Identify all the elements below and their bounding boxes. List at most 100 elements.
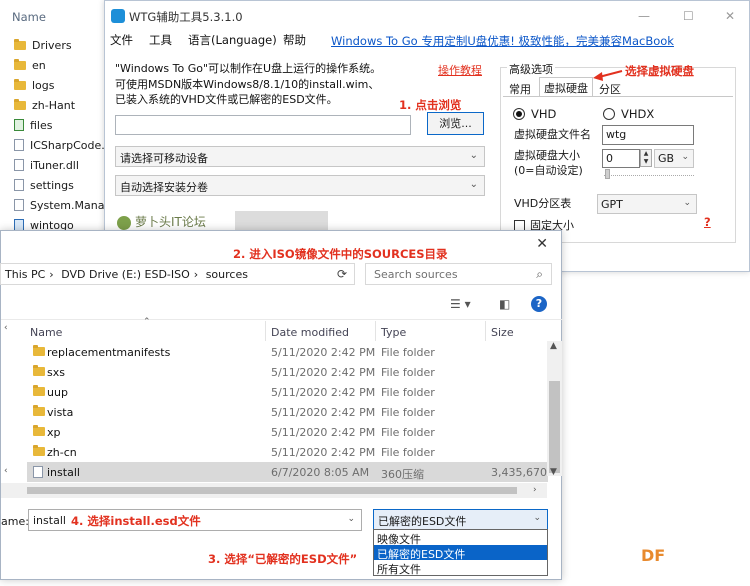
scroll-right-icon[interactable]: › xyxy=(533,485,537,495)
table-row[interactable]: vista 5/11/2020 2:42 PM File folder xyxy=(27,402,548,422)
column-divider[interactable] xyxy=(485,321,486,341)
filename-label: ame: xyxy=(1,515,29,528)
row-type: File folder xyxy=(381,386,435,399)
preview-pane-icon[interactable]: ◧ xyxy=(499,297,510,311)
tab-virtual-disk[interactable]: 虚拟硬盘 xyxy=(539,77,593,97)
partition-table-value: GPT xyxy=(601,198,623,211)
filetype-option-highlighted[interactable]: 已解密的ESD文件 xyxy=(374,545,547,561)
explorer-item[interactable]: files xyxy=(14,115,52,135)
file-icon xyxy=(14,179,24,191)
image-path-input[interactable] xyxy=(115,115,411,135)
column-header-type[interactable]: Type xyxy=(381,326,406,339)
menu-file[interactable]: 文件 xyxy=(110,32,133,48)
vhd-size-stepper[interactable]: ▲ ▼ xyxy=(640,149,652,167)
tab-divider xyxy=(503,96,733,97)
breadcrumb[interactable]: This PC › DVD Drive (E:) ESD-ISO › sources xyxy=(0,263,355,285)
title-bar[interactable]: WTG辅助工具5.3.1.0 — ☐ ✕ xyxy=(105,1,749,31)
filetype-select[interactable]: 已解密的ESD文件 ⌄ xyxy=(373,509,548,530)
volume-select[interactable]: 自动选择安装分卷 ⌄ xyxy=(115,175,485,196)
search-input[interactable]: Search sources ⌕ xyxy=(365,263,552,285)
chevron-down-icon: ⌄ xyxy=(469,150,478,161)
annotation-filename: 4. 选择install.esd文件 xyxy=(71,514,201,528)
vhd-name-label: 虚拟硬盘文件名 xyxy=(514,128,591,141)
folder-icon xyxy=(33,405,45,416)
filetype-value: 已解密的ESD文件 xyxy=(378,515,467,528)
start-button[interactable] xyxy=(235,211,328,231)
description-line: 可使用MSDN版本Windows8/8.1/10的install.wim、 xyxy=(115,77,380,91)
forum-logo: 萝卜头IT论坛 xyxy=(117,213,206,230)
explorer-item[interactable]: Drivers xyxy=(14,35,72,55)
row-type: File folder xyxy=(381,366,435,379)
row-date: 5/11/2020 2:42 PM xyxy=(271,426,376,439)
explorer-item[interactable]: zh-Hant xyxy=(14,95,75,115)
menu-help[interactable]: 帮助 xyxy=(283,32,306,48)
breadcrumb-item[interactable]: This PC xyxy=(5,268,45,281)
vhd-size-slider-handle[interactable] xyxy=(605,169,610,179)
explorer-item[interactable]: settings xyxy=(14,175,74,195)
table-row[interactable]: xp 5/11/2020 2:42 PM File folder xyxy=(27,422,548,442)
forum-logo-text: 萝卜头IT论坛 xyxy=(135,215,206,229)
vertical-scrollbar-thumb[interactable] xyxy=(549,381,560,473)
explorer-item-label: ICSharpCode.S xyxy=(30,138,112,152)
scroll-left-icon[interactable]: ‹ xyxy=(4,323,8,333)
tab-partition[interactable]: 分区 xyxy=(595,79,625,97)
column-header-date[interactable]: Date modified xyxy=(271,326,349,339)
file-icon xyxy=(14,119,24,131)
menu-tools[interactable]: 工具 xyxy=(149,32,172,48)
scroll-down-icon[interactable]: ▼ xyxy=(550,467,557,477)
explorer-item[interactable]: iTuner.dll xyxy=(14,155,79,175)
close-icon[interactable]: ✕ xyxy=(725,9,735,23)
column-divider[interactable] xyxy=(375,321,376,341)
view-options-icon[interactable]: ☰ ▾ xyxy=(450,297,471,311)
help-link[interactable]: ? xyxy=(704,215,711,229)
row-name: vista xyxy=(47,406,74,419)
vhd-name-input[interactable]: wtg xyxy=(602,125,694,145)
table-row[interactable]: replacementmanifests 5/11/2020 2:42 PM Fil… xyxy=(27,342,548,362)
help-icon[interactable]: ? xyxy=(531,296,547,312)
column-header-size[interactable]: Size xyxy=(491,326,514,339)
explorer-item[interactable]: en xyxy=(14,55,46,75)
filetype-option[interactable]: 所有文件 xyxy=(374,560,547,576)
scroll-left-icon[interactable]: ‹ xyxy=(4,466,8,476)
tutorial-link[interactable]: 操作教程 xyxy=(438,62,482,78)
column-divider[interactable] xyxy=(265,321,266,341)
tab-common[interactable]: 常用 xyxy=(505,79,535,97)
partition-table-select[interactable]: GPT ⌄ xyxy=(597,194,697,214)
maximize-icon[interactable]: ☐ xyxy=(683,9,694,23)
menu-language[interactable]: 语言(Language) xyxy=(188,32,277,48)
table-row[interactable]: zh-cn 5/11/2020 2:42 PM File folder xyxy=(27,442,548,462)
scroll-up-icon[interactable]: ▲ xyxy=(550,341,557,351)
open-file-dialog: ✕ 2. 进入ISO镜像文件中的SOURCES目录 This PC › DVD D… xyxy=(0,230,563,580)
breadcrumb-item[interactable]: DVD Drive (E:) ESD-ISO xyxy=(61,268,190,281)
horizontal-scrollbar-thumb[interactable] xyxy=(27,487,517,494)
chevron-down-icon: ⌄ xyxy=(683,198,691,208)
refresh-icon[interactable]: ⟳ xyxy=(337,267,347,281)
column-header-name[interactable]: Name xyxy=(30,326,62,339)
minimize-icon[interactable]: — xyxy=(638,9,650,23)
row-date: 5/11/2020 2:42 PM xyxy=(271,386,376,399)
explorer-item[interactable]: ICSharpCode.S xyxy=(14,135,112,155)
radio-vhd[interactable]: VHD xyxy=(513,107,556,121)
file-icon xyxy=(14,199,24,211)
promo-link[interactable]: Windows To Go 专用定制U盘优惠! 极致性能，完美兼容MacBook xyxy=(331,33,674,49)
explorer-item-label: iTuner.dll xyxy=(30,158,79,172)
vhd-size-unit-select[interactable]: GB ⌄ xyxy=(654,149,694,168)
annotation-virtual-disk: 选择虚拟硬盘 xyxy=(625,64,694,78)
explorer-item[interactable]: logs xyxy=(14,75,55,95)
explorer-item[interactable]: System.Manag xyxy=(14,195,111,215)
table-row[interactable]: sxs 5/11/2020 2:42 PM File folder xyxy=(27,362,548,382)
device-select[interactable]: 请选择可移动设备 ⌄ xyxy=(115,146,485,167)
chevron-down-icon[interactable]: ⌄ xyxy=(347,514,355,524)
explorer-item-label: en xyxy=(32,58,46,72)
window-title: WTG辅助工具5.3.1.0 xyxy=(129,10,243,24)
column-header-name[interactable]: Name xyxy=(12,10,46,24)
table-row[interactable]: uup 5/11/2020 2:42 PM File folder xyxy=(27,382,548,402)
close-icon[interactable]: ✕ xyxy=(536,236,548,252)
explorer-item-label: zh-Hant xyxy=(32,98,76,112)
breadcrumb-item[interactable]: sources xyxy=(206,268,248,281)
radio-vhdx[interactable]: VHDX xyxy=(603,107,654,121)
browse-button[interactable]: 浏览... xyxy=(427,112,484,135)
vhd-size-input[interactable]: 0 xyxy=(602,149,640,168)
table-row-selected[interactable]: install 6/7/2020 8:05 AM 360压缩 3,435,670 xyxy=(27,462,548,482)
filetype-option[interactable]: 映像文件 xyxy=(374,530,547,546)
